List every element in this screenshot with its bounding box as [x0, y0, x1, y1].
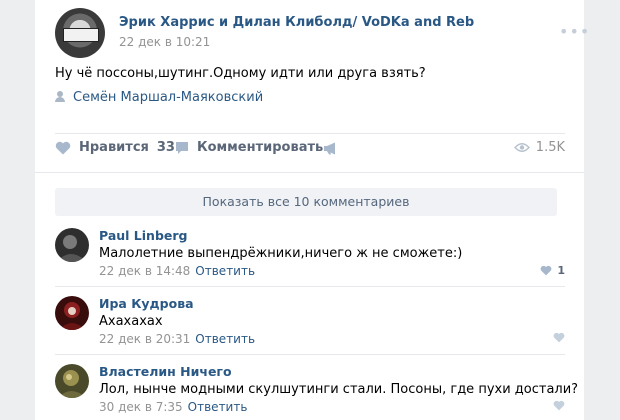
- signer-name: Семён Маршал-Маяковский: [73, 90, 264, 105]
- show-all-comments-button[interactable]: Показать все 10 комментариев: [55, 188, 557, 216]
- comment-author[interactable]: Ира Кудрова: [99, 296, 194, 311]
- comment-like-button[interactable]: [553, 400, 565, 411]
- person-icon: [55, 91, 65, 102]
- like-label: Нравится: [79, 140, 149, 155]
- comment-text: Лол, нынче модными скулшутинги стали. По…: [99, 382, 579, 397]
- avatar[interactable]: [55, 364, 89, 398]
- comment-author[interactable]: Paul Linberg: [99, 228, 187, 243]
- comment-item: Paul Linberg Малолетние выпендрёжники,ни…: [55, 228, 565, 287]
- reply-link[interactable]: Ответить: [195, 332, 255, 346]
- avatar-image: [55, 228, 89, 262]
- like-count: 33: [156, 140, 175, 155]
- comment-bubble-icon: [176, 141, 188, 154]
- post-author[interactable]: Эрик Харрис и Дилан Клиболд/ VoDKa and R…: [119, 15, 474, 30]
- post-date[interactable]: 22 дек в 10:21: [119, 35, 210, 49]
- avatar-badge: [63, 28, 99, 42]
- views-counter: 1.5K: [513, 140, 565, 155]
- reply-link[interactable]: Ответить: [195, 264, 255, 278]
- avatar-image: [55, 296, 89, 330]
- divider: [35, 172, 584, 173]
- comment-text: Малолетние выпендрёжники,ничего ж не смо…: [99, 246, 463, 261]
- comment-meta: 22 дек в 20:31 Ответить: [99, 332, 255, 346]
- comment-author[interactable]: Властелин Ничего: [99, 364, 232, 379]
- comment-button[interactable]: Комментировать: [175, 140, 323, 155]
- post-header: Эрик Харрис и Дилан Клиболд/ VoDKa and R…: [55, 8, 589, 58]
- heart-icon: [553, 400, 565, 411]
- avatar[interactable]: [55, 296, 89, 330]
- comment-separator: [55, 354, 565, 355]
- post-actions: Нравится 33 Комментировать 1.5K: [55, 133, 565, 160]
- comment-like-count: 1: [557, 264, 565, 277]
- megaphone-icon: [324, 142, 335, 155]
- heart-icon: [540, 265, 552, 276]
- comment-meta: 30 дек в 7:35 Ответить: [99, 400, 247, 414]
- reply-link[interactable]: Ответить: [188, 400, 248, 414]
- post-card: Эрик Харрис и Дилан Клиболд/ VoDKa and R…: [35, 0, 589, 420]
- post-signer[interactable]: Семён Маршал-Маяковский: [55, 90, 263, 105]
- avatar-image: [55, 364, 89, 398]
- comment-date[interactable]: 30 дек в 7:35: [99, 400, 183, 414]
- group-avatar[interactable]: [55, 8, 105, 58]
- comment-date[interactable]: 22 дек в 14:48: [99, 264, 190, 278]
- share-button[interactable]: [323, 142, 347, 155]
- comment-meta: 22 дек в 14:48 Ответить: [99, 264, 255, 278]
- heart-icon: [553, 332, 565, 343]
- comment-like-button[interactable]: 1: [540, 264, 565, 277]
- like-button[interactable]: Нравится 33: [55, 140, 175, 155]
- comment-item: Властелин Ничего Лол, нынче модными скул…: [55, 364, 578, 420]
- comment-label: Комментировать: [197, 140, 324, 155]
- comment-date[interactable]: 22 дек в 20:31: [99, 332, 190, 346]
- comment-item: Ира Кудрова Ахахахах 22 дек в 20:31 Ответ…: [55, 296, 565, 355]
- post-text: Ну чё поссоны,шутинг.Одному идти или дру…: [55, 66, 426, 81]
- eye-icon: [513, 143, 530, 152]
- comment-text: Ахахахах: [99, 314, 163, 329]
- avatar[interactable]: [55, 228, 89, 262]
- heart-icon: [55, 141, 71, 154]
- comment-like-button[interactable]: [553, 332, 565, 343]
- views-count: 1.5K: [535, 140, 565, 155]
- comment-separator: [55, 286, 565, 287]
- more-options-icon[interactable]: •••: [559, 22, 590, 41]
